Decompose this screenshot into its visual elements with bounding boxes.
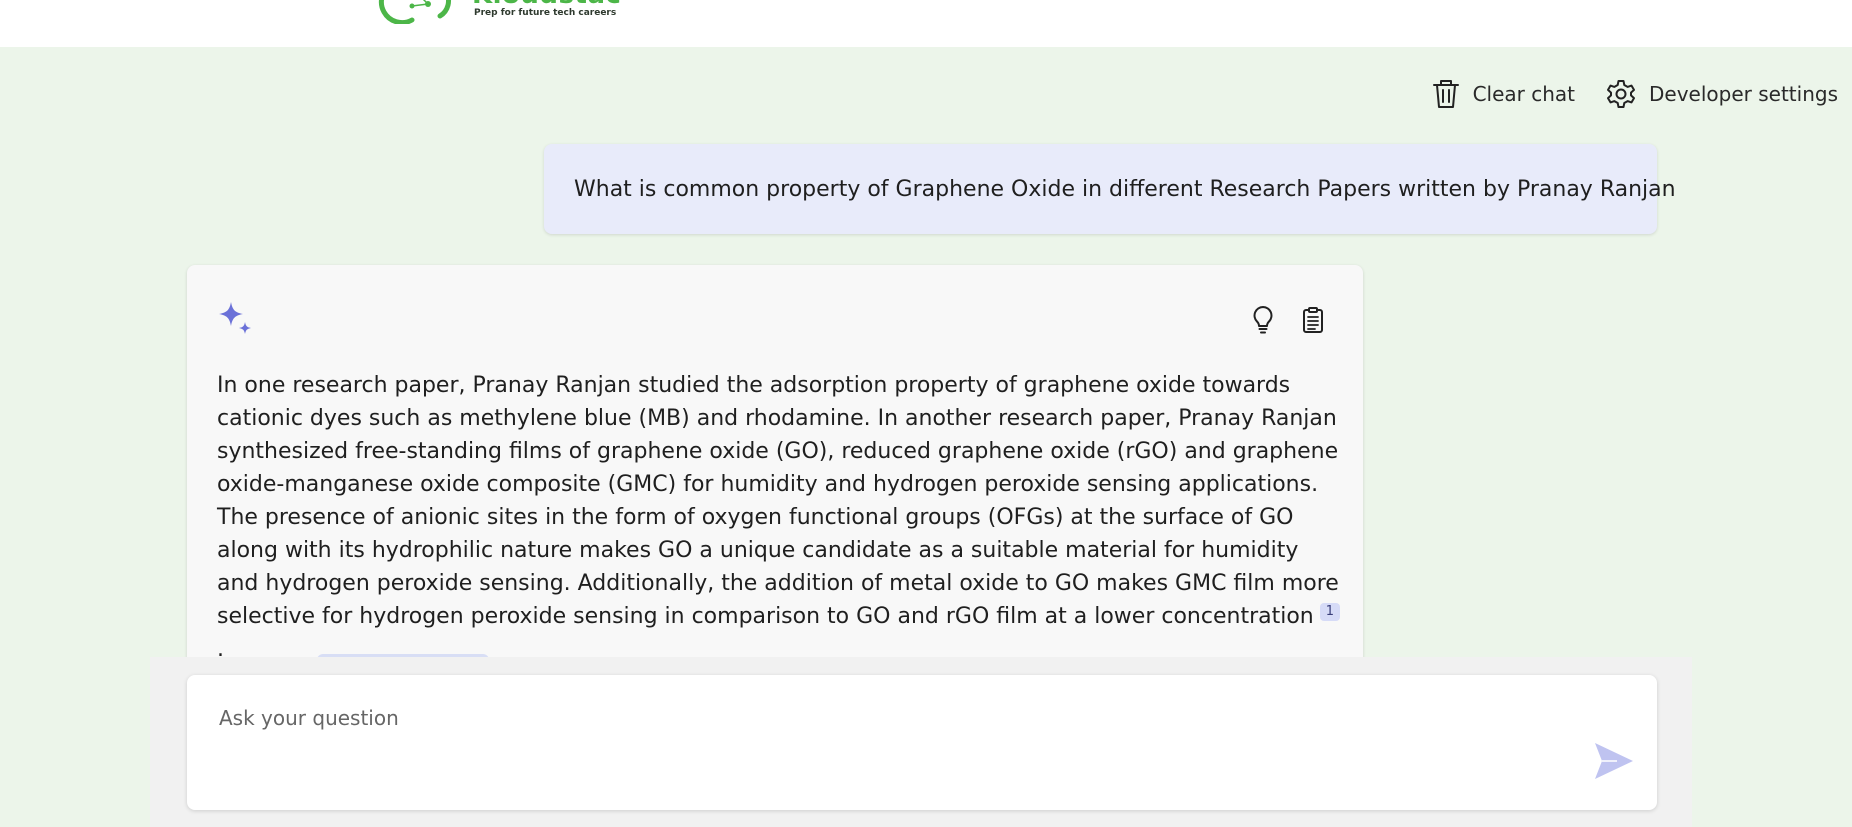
lightbulb-icon[interactable] — [1251, 305, 1275, 339]
answer-card: In one research paper, Pranay Ranjan stu… — [187, 265, 1363, 685]
developer-settings-button[interactable]: Developer settings — [1605, 78, 1838, 110]
clipboard-icon[interactable] — [1301, 306, 1325, 338]
logo-name: Kloudstac — [472, 0, 621, 8]
sparkle-icon — [217, 300, 257, 344]
answer-body: In one research paper, Pranay Ranjan stu… — [217, 373, 1339, 629]
question-input[interactable] — [217, 705, 1517, 731]
send-button[interactable] — [1593, 741, 1635, 781]
logo-tagline: Prep for future tech careers — [474, 8, 617, 18]
trash-icon — [1431, 78, 1461, 110]
logo-text: Kloudstac Prep for future tech careers — [468, 0, 628, 24]
developer-settings-label: Developer settings — [1649, 82, 1838, 106]
logo-mark — [378, 0, 466, 26]
top-bar: Kloudstac Prep for future tech careers — [0, 0, 1852, 47]
gear-icon — [1605, 78, 1637, 110]
question-box — [187, 675, 1657, 810]
user-message-text: What is common property of Graphene Oxid… — [574, 176, 1676, 202]
send-icon — [1593, 743, 1635, 784]
logo[interactable]: Kloudstac Prep for future tech careers — [378, 0, 628, 26]
answer-text: In one research paper, Pranay Ranjan stu… — [217, 369, 1342, 666]
answer-actions — [1251, 305, 1325, 339]
clear-chat-label: Clear chat — [1472, 82, 1576, 106]
chat-actions: Clear chat Developer settings — [1431, 78, 1838, 110]
clear-chat-button[interactable]: Clear chat — [1431, 78, 1575, 110]
user-message: What is common property of Graphene Oxid… — [544, 144, 1676, 234]
citation-badge[interactable]: 1 — [1319, 602, 1341, 621]
